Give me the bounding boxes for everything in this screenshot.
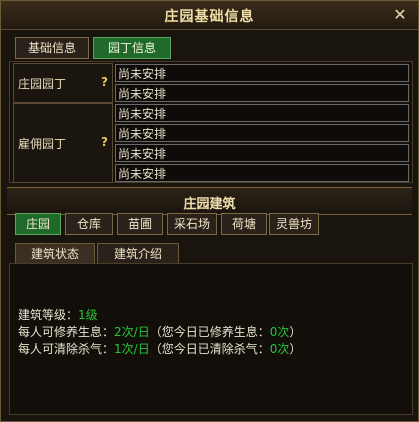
hired-gardener-slot-2[interactable]: 尚未安排 — [115, 124, 409, 142]
rest-count: 0次 — [269, 325, 290, 339]
building-tab-warehouse[interactable]: 仓库 — [65, 213, 113, 235]
clear-count: 0次 — [269, 342, 290, 356]
estate-info-window: 庄园基础信息 ✕ 基础信息 园丁信息 庄园园丁 ? 尚未安排 尚未安排 雇佣园丁… — [0, 0, 419, 422]
subtab-building-intro[interactable]: 建筑介绍 — [97, 243, 179, 265]
rest-line: 每人可修养生息：2次/日（您今日已修养生息：0次） — [18, 323, 301, 340]
building-level-value: 1级 — [78, 308, 98, 322]
clear-limit: 1次/日 — [114, 342, 150, 356]
rest-prefix: 每人可修养生息： — [18, 325, 115, 339]
window-title: 庄园基础信息 — [164, 9, 255, 25]
building-level-label: 建筑等级： — [18, 308, 79, 322]
title-bar[interactable]: 庄园基础信息 ✕ — [1, 1, 418, 30]
buildings-section-title: 庄园建筑 — [183, 197, 236, 212]
clear-line: 每人可清除杀气：1次/日（您今日已清除杀气：0次） — [18, 340, 301, 357]
hired-gardener-group: 雇佣园丁 ? — [13, 103, 113, 183]
building-tab-estate[interactable]: 庄园 — [15, 213, 61, 235]
hired-gardener-slot-4[interactable]: 尚未安排 — [115, 164, 409, 182]
estate-gardener-group: 庄园园丁 ? — [13, 63, 113, 103]
estate-gardener-label: 庄园园丁 — [18, 77, 67, 91]
clear-prefix: 每人可清除杀气： — [18, 342, 115, 356]
tab-gardener-info[interactable]: 园丁信息 — [93, 37, 171, 59]
building-tab-lotus-pond[interactable]: 荷塘 — [221, 213, 267, 235]
building-tab-nursery[interactable]: 苗圃 — [117, 213, 163, 235]
estate-gardener-slot-2[interactable]: 尚未安排 — [115, 84, 409, 102]
buildings-section-header: 庄园建筑 — [7, 187, 412, 215]
close-icon: ✕ — [393, 5, 407, 24]
estate-gardener-help-icon[interactable]: ? — [101, 75, 108, 89]
building-tab-quarry[interactable]: 采石场 — [167, 213, 217, 235]
rest-limit: 2次/日 — [114, 325, 150, 339]
hired-gardener-slot-1[interactable]: 尚未安排 — [115, 104, 409, 122]
building-level-line: 建筑等级：1级 — [18, 306, 98, 323]
clear-mid: （您今日已清除杀气： — [149, 342, 270, 356]
rest-mid: （您今日已修养生息： — [149, 325, 270, 339]
clear-suffix: ） — [289, 342, 302, 356]
hired-gardener-help-icon[interactable]: ? — [101, 135, 108, 149]
estate-gardener-slot-1[interactable]: 尚未安排 — [115, 64, 409, 82]
building-status-content: 建筑等级：1级 每人可修养生息：2次/日（您今日已修养生息：0次） 每人可清除杀… — [9, 263, 413, 415]
rest-suffix: ） — [289, 325, 302, 339]
hired-gardener-slot-3[interactable]: 尚未安排 — [115, 144, 409, 162]
tab-basic-info[interactable]: 基础信息 — [15, 37, 89, 59]
subtab-building-status[interactable]: 建筑状态 — [15, 243, 95, 265]
close-button[interactable]: ✕ — [390, 5, 410, 25]
hired-gardener-label: 雇佣园丁 — [18, 137, 67, 151]
building-tab-beast-workshop[interactable]: 灵兽坊 — [269, 213, 319, 235]
